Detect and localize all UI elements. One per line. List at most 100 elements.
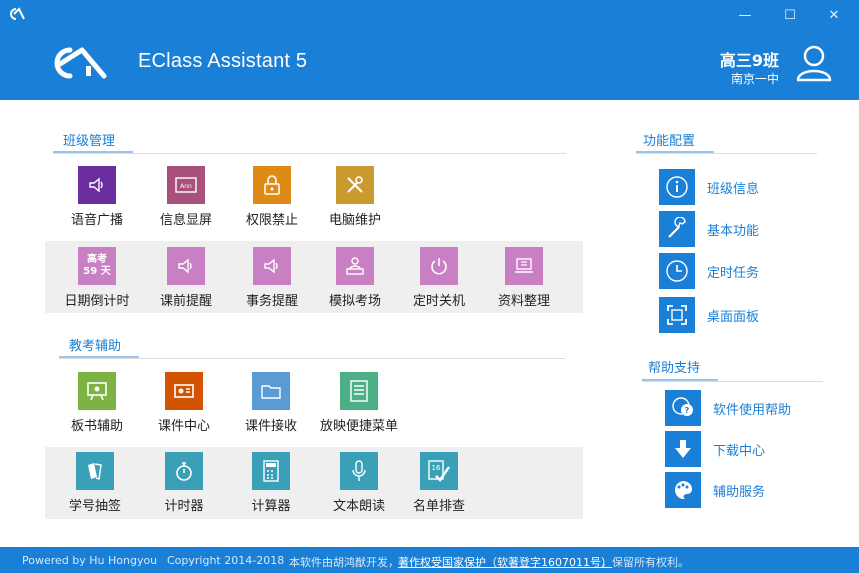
footer-rights: ，保留所有权利。 — [601, 556, 689, 569]
section-underline — [53, 151, 133, 153]
side-item-palette[interactable]: 辅助服务 — [665, 472, 765, 508]
tool-speaker-button[interactable]: 课前提醒 — [144, 247, 228, 309]
tool-calculator-button[interactable]: 计算器 — [229, 452, 313, 514]
header-bar: — ☐ ✕ EClass Assistant 5 高三9班 南京一中 — [0, 0, 859, 100]
tool-exam-desk-button[interactable]: 模拟考场 — [313, 247, 397, 309]
tool-speaker-button[interactable]: 语音广播 — [55, 166, 139, 228]
app-mini-logo-icon — [10, 7, 25, 20]
tool-label: 信息显屏 — [159, 213, 212, 228]
class-name: 高三9班 — [719, 51, 779, 70]
announcement-screen-icon: Ann — [167, 166, 205, 204]
power-icon — [420, 247, 458, 285]
section-divider — [53, 153, 566, 154]
tool-label: 资料整理 — [497, 294, 550, 309]
footer-copyright-link[interactable]: 著作权受国家保护（软著登字1607011号） — [398, 554, 612, 570]
tool-label: 课件接收 — [244, 419, 297, 434]
svg-text:?: ? — [685, 406, 690, 415]
tool-label: 权限禁止 — [245, 213, 298, 228]
help-bubble-icon: ? — [665, 390, 701, 426]
tool-checklist-button[interactable]: 16 名单排查 — [397, 452, 481, 514]
tool-laptop-book-button[interactable]: 资料整理 — [482, 247, 566, 309]
side-item-label: 辅助服务 — [713, 484, 766, 500]
tool-label: 语音广播 — [70, 213, 123, 228]
tool-announcement-screen-button[interactable]: Ann 信息显屏 — [144, 166, 228, 228]
tool-countdown-button[interactable]: 高考 59 天日期倒计时 — [55, 247, 139, 309]
section-divider — [59, 358, 565, 359]
fullscreen-frame-icon — [659, 297, 695, 333]
tool-label: 课前提醒 — [159, 294, 212, 309]
tool-speaker-button[interactable]: 事务提醒 — [230, 247, 314, 309]
maximize-button[interactable]: ☐ — [776, 6, 804, 26]
speaker-icon — [78, 166, 116, 204]
footer-dev-note: 本软件由胡鸿猷开发， — [289, 556, 399, 569]
blackboard-icon — [78, 372, 116, 410]
lock-icon — [253, 166, 291, 204]
side-item-clock[interactable]: 定时任务 — [659, 253, 759, 289]
app-title: EClass Assistant 5 — [138, 50, 308, 72]
section-divider — [642, 381, 823, 382]
tool-menu-list-button[interactable]: 放映便捷菜单 — [317, 372, 401, 434]
section-title-teaching: 教考辅助 — [69, 339, 122, 354]
minimize-button[interactable]: — — [731, 6, 759, 26]
side-item-info[interactable]: 班级信息 — [659, 169, 759, 205]
side-item-label: 桌面面板 — [707, 309, 760, 325]
tool-stopwatch-button[interactable]: 计时器 — [142, 452, 226, 514]
side-item-wrench[interactable]: 基本功能 — [659, 211, 759, 247]
side-item-download-arrow[interactable]: 下载中心 — [665, 431, 765, 467]
laptop-book-icon — [505, 247, 543, 285]
menu-list-icon — [340, 372, 378, 410]
footer-copyright: Copyright 2014-2018 — [167, 554, 285, 567]
countdown-days: 59 天 — [83, 266, 111, 277]
tool-label: 事务提醒 — [245, 294, 298, 309]
stopwatch-icon — [165, 452, 203, 490]
folder-icon — [252, 372, 290, 410]
tool-lock-button[interactable]: 权限禁止 — [230, 166, 314, 228]
school-name: 南京一中 — [730, 72, 779, 86]
side-item-help-bubble[interactable]: ? 软件使用帮助 — [665, 390, 791, 426]
side-item-label: 班级信息 — [707, 181, 760, 197]
tool-power-button[interactable]: 定时关机 — [397, 247, 481, 309]
tool-label: 电脑维护 — [328, 213, 381, 228]
countdown-label: 高考 — [87, 254, 107, 265]
side-item-fullscreen-frame[interactable]: 桌面面板 — [659, 297, 759, 333]
microphone-icon — [340, 452, 378, 490]
side-item-label: 定时任务 — [707, 265, 760, 281]
wrench-icon — [659, 211, 695, 247]
tool-label: 计时器 — [164, 499, 204, 514]
tool-presentation-button[interactable]: 课件中心 — [142, 372, 226, 434]
exam-desk-icon — [336, 247, 374, 285]
section-underline — [59, 356, 139, 358]
tool-label: 日期倒计时 — [64, 294, 130, 309]
section-divider — [636, 153, 817, 154]
speaker-icon — [167, 247, 205, 285]
tool-label: 放映便捷菜单 — [319, 419, 398, 434]
draw-cards-icon — [76, 452, 114, 490]
user-avatar-icon[interactable] — [795, 44, 833, 82]
tool-folder-button[interactable]: 课件接收 — [229, 372, 313, 434]
section-title-class-mgmt: 班级管理 — [63, 134, 116, 149]
side-item-label: 基本功能 — [707, 223, 760, 239]
tool-label: 定时关机 — [412, 294, 465, 309]
palette-icon — [665, 472, 701, 508]
countdown-icon: 高考 59 天 — [78, 247, 116, 285]
tool-label: 计算器 — [251, 499, 291, 514]
download-arrow-icon — [665, 431, 701, 467]
tool-label: 模拟考场 — [328, 294, 381, 309]
svg-text:16: 16 — [432, 464, 441, 472]
section-underline — [642, 379, 718, 381]
svg-text:Ann: Ann — [180, 183, 192, 190]
clock-icon — [659, 253, 695, 289]
section-title-func-config: 功能配置 — [643, 134, 696, 149]
tool-label: 课件中心 — [157, 419, 210, 434]
tool-blackboard-button[interactable]: 板书辅助 — [55, 372, 139, 434]
tool-microphone-button[interactable]: 文本朗读 — [317, 452, 401, 514]
speaker-icon — [253, 247, 291, 285]
tool-label: 名单排查 — [412, 499, 465, 514]
tools-icon — [336, 166, 374, 204]
tool-tools-button[interactable]: 电脑维护 — [313, 166, 397, 228]
calculator-icon — [252, 452, 290, 490]
close-button[interactable]: ✕ — [820, 6, 848, 26]
presentation-icon — [165, 372, 203, 410]
footer-powered-by: Powered by Hu Hongyou — [22, 554, 158, 567]
tool-draw-cards-button[interactable]: 学号抽签 — [53, 452, 137, 514]
